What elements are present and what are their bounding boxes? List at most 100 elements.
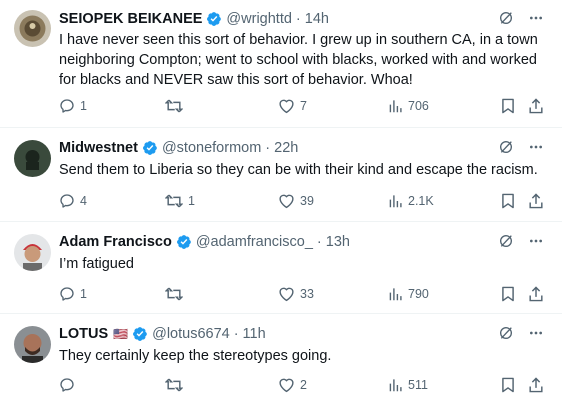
views-icon <box>389 195 402 208</box>
display-name[interactable]: SEIOPEK BEIKANEE <box>59 11 202 27</box>
verified-badge-icon <box>176 235 191 249</box>
separator-dot: · <box>295 11 301 27</box>
handle[interactable]: @wrighttd <box>226 11 292 27</box>
avatar[interactable] <box>14 10 51 47</box>
timestamp[interactable]: 22h <box>274 140 298 156</box>
retweet-button[interactable] <box>165 284 188 304</box>
like-icon <box>279 99 294 114</box>
tweet[interactable]: Midwestnet @stoneformom · 22h Send them … <box>0 128 562 222</box>
bookmark-icon <box>502 193 514 209</box>
bookmark-button[interactable] <box>501 284 515 304</box>
separator-dot: · <box>265 140 271 156</box>
timestamp[interactable]: 13h <box>326 234 350 250</box>
share-button[interactable] <box>528 284 544 304</box>
reply-button[interactable]: 1 <box>59 284 87 304</box>
separator-dot: · <box>316 234 322 250</box>
reply-icon <box>60 194 74 208</box>
like-count: 7 <box>300 99 307 113</box>
tweet[interactable]: LOTUS 🇺🇸 @lotus6674 · 11h They certainly… <box>0 314 562 407</box>
views-count: 790 <box>408 287 429 301</box>
grok-icon[interactable] <box>498 233 514 249</box>
like-icon <box>279 194 294 209</box>
views-button[interactable]: 2.1K <box>389 191 434 211</box>
views-button[interactable]: 790 <box>389 284 429 304</box>
avatar[interactable] <box>14 234 51 271</box>
tweet-top-actions <box>498 325 544 341</box>
tweet-actions: 1 7 706 <box>59 96 544 116</box>
like-count: 2 <box>300 378 307 392</box>
like-button[interactable]: 2 <box>278 375 307 395</box>
like-icon <box>279 378 294 393</box>
reply-count: 1 <box>80 287 87 301</box>
tweet-actions: 1 33 790 <box>59 284 544 304</box>
tweet-actions: 4 1 39 2.1K <box>59 191 544 211</box>
reply-icon <box>60 99 74 113</box>
share-button[interactable] <box>528 96 544 116</box>
share-icon <box>529 286 543 302</box>
share-button[interactable] <box>528 191 544 211</box>
views-icon <box>389 379 402 392</box>
share-button[interactable] <box>528 375 544 395</box>
like-button[interactable]: 39 <box>278 191 314 211</box>
reply-button[interactable]: 4 <box>59 191 87 211</box>
reply-button[interactable]: 1 <box>59 96 87 116</box>
display-name[interactable]: LOTUS <box>59 326 108 342</box>
like-button[interactable]: 33 <box>278 284 314 304</box>
bookmark-button[interactable] <box>501 375 515 395</box>
bookmark-icon <box>502 377 514 393</box>
share-icon <box>529 193 543 209</box>
retweet-icon <box>165 378 183 392</box>
tweet[interactable]: SEIOPEK BEIKANEE @wrighttd · 14h I have … <box>0 0 562 128</box>
more-icon[interactable] <box>528 233 544 249</box>
tweet-top-actions <box>498 233 544 249</box>
tweet-actions: 2 511 <box>59 375 544 395</box>
retweet-button[interactable]: 1 <box>165 191 195 211</box>
handle[interactable]: @lotus6674 <box>152 326 230 342</box>
like-count: 33 <box>300 287 314 301</box>
more-icon[interactable] <box>528 325 544 341</box>
bookmark-button[interactable] <box>501 191 515 211</box>
handle[interactable]: @stoneformom <box>162 140 261 156</box>
bookmark-button[interactable] <box>501 96 515 116</box>
views-count: 511 <box>408 378 428 392</box>
views-button[interactable]: 706 <box>389 96 429 116</box>
like-icon <box>279 287 294 302</box>
timestamp[interactable]: 11h <box>243 326 266 342</box>
timestamp[interactable]: 14h <box>305 11 329 27</box>
retweet-button[interactable] <box>165 375 188 395</box>
replies-feed: SEIOPEK BEIKANEE @wrighttd · 14h I have … <box>0 0 562 407</box>
retweet-icon <box>165 194 183 208</box>
views-button[interactable]: 511 <box>389 375 428 395</box>
bookmark-icon <box>502 286 514 302</box>
verified-badge-icon <box>133 327 147 341</box>
retweet-icon <box>165 99 183 113</box>
display-name[interactable]: Midwestnet <box>59 140 138 156</box>
reply-count: 4 <box>80 194 87 208</box>
more-icon[interactable] <box>528 10 544 26</box>
like-button[interactable]: 7 <box>278 96 307 116</box>
more-icon[interactable] <box>528 139 544 155</box>
tweet-text: They certainly keep the stereotypes goin… <box>59 348 332 364</box>
tweet-top-actions <box>498 139 544 155</box>
reply-button[interactable] <box>59 375 80 395</box>
grok-icon[interactable] <box>498 325 514 341</box>
retweet-button[interactable] <box>165 96 188 116</box>
verified-badge-icon <box>207 12 222 26</box>
bookmark-icon <box>502 98 514 114</box>
avatar[interactable] <box>14 140 51 177</box>
reply-icon <box>60 287 74 301</box>
tweet-header: Adam Francisco @adamfrancisco_ · 13h <box>59 232 350 252</box>
views-icon <box>389 100 402 113</box>
grok-icon[interactable] <box>498 10 514 26</box>
avatar[interactable] <box>14 326 51 363</box>
share-icon <box>529 98 543 114</box>
retweet-count: 1 <box>188 194 195 208</box>
tweet[interactable]: Adam Francisco @adamfrancisco_ · 13h I’m… <box>0 222 562 314</box>
tweet-header: SEIOPEK BEIKANEE @wrighttd · 14h <box>59 9 329 29</box>
display-name[interactable]: Adam Francisco <box>59 234 172 250</box>
views-count: 2.1K <box>408 194 434 208</box>
tweet-text: I have never seen this sort of behavior.… <box>59 32 538 88</box>
grok-icon[interactable] <box>498 139 514 155</box>
tweet-header: Midwestnet @stoneformom · 22h <box>59 138 298 158</box>
handle[interactable]: @adamfrancisco_ <box>196 234 313 250</box>
